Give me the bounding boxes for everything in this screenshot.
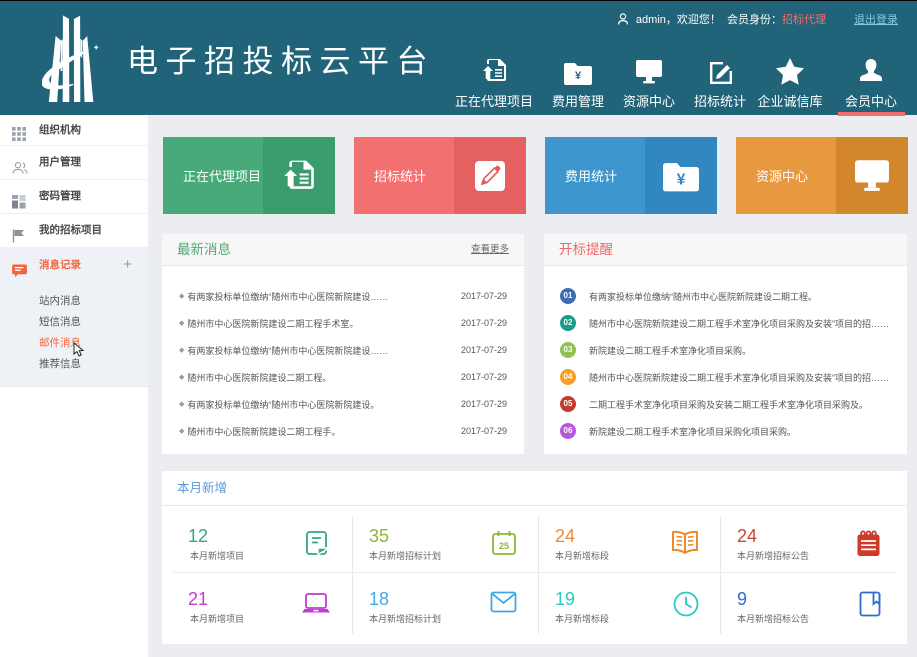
svg-text:¥: ¥	[575, 70, 582, 82]
svg-text:25: 25	[499, 541, 509, 551]
svg-text:¥: ¥	[677, 171, 686, 188]
